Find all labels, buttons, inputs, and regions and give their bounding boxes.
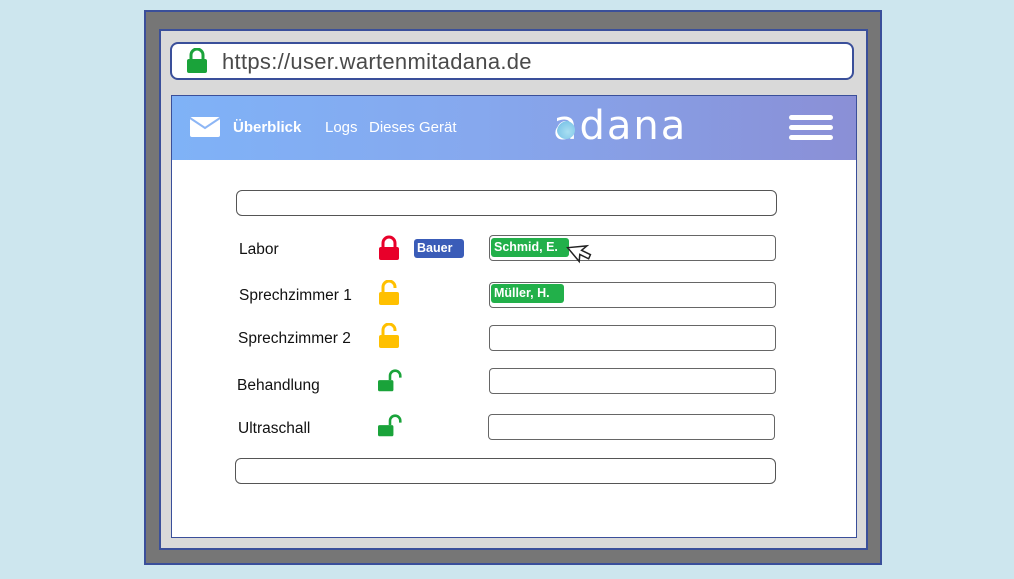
nav-ueberblick[interactable]: Überblick	[233, 119, 301, 136]
room-label-labor: Labor	[239, 241, 279, 258]
open-lock-icon[interactable]	[378, 413, 402, 439]
room-label-ultraschall: Ultraschall	[238, 420, 311, 437]
room-label-sprechzimmer-2: Sprechzimmer 2	[238, 330, 351, 347]
half-open-lock-icon[interactable]	[377, 323, 401, 349]
room-label-behandlung: Behandlung	[237, 377, 320, 394]
url-text[interactable]: https://user.wartenmitadana.de	[222, 49, 532, 75]
patient-field-sprechzimmer-2[interactable]	[489, 325, 776, 351]
patient-field-behandlung[interactable]	[489, 368, 776, 394]
half-open-lock-icon[interactable]	[377, 280, 401, 306]
logo-mark-icon	[557, 121, 575, 139]
mouse-cursor-icon	[566, 244, 592, 264]
room-label-sprechzimmer-1: Sprechzimmer 1	[239, 287, 352, 304]
closed-lock-icon[interactable]	[377, 235, 401, 261]
lock-icon	[187, 48, 207, 73]
bottom-bar-field[interactable]	[235, 458, 776, 484]
hamburger-menu-icon[interactable]	[789, 115, 833, 141]
patient-badge[interactable]: Schmid, E.	[491, 238, 569, 257]
mail-icon[interactable]	[190, 117, 220, 137]
staff-badge[interactable]: Bauer	[414, 239, 464, 258]
nav-logs[interactable]: Logs	[325, 119, 358, 136]
nav-dieses-geraet[interactable]: Dieses Gerät	[369, 119, 457, 136]
patient-field-ultraschall[interactable]	[488, 414, 775, 440]
patient-badge[interactable]: Müller, H.	[491, 284, 564, 303]
top-bar-field[interactable]	[236, 190, 777, 216]
open-lock-icon[interactable]	[378, 368, 402, 394]
